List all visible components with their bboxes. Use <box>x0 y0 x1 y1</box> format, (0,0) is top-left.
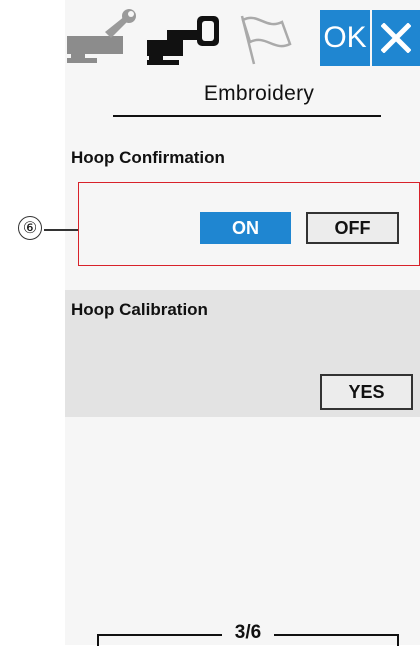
close-icon <box>381 23 411 53</box>
wrench-icon <box>67 9 136 63</box>
hoop-calibration-label: Hoop Calibration <box>71 300 208 319</box>
close-button[interactable] <box>372 10 420 66</box>
callout-highlight-box <box>78 182 420 266</box>
page-indicator: 3/6 <box>97 622 399 646</box>
hoop-confirmation-label: Hoop Confirmation <box>71 148 225 167</box>
tab-flag[interactable] <box>230 8 312 70</box>
ok-button[interactable]: OK <box>320 10 370 66</box>
indicator-left-rule <box>97 634 222 636</box>
tab-embroidery[interactable] <box>147 8 227 70</box>
callout-number: ⑥ <box>18 216 42 240</box>
title-underline <box>113 115 381 117</box>
tab-settings[interactable] <box>67 8 145 70</box>
page-title: Embroidery <box>203 82 315 105</box>
callout-leader-line <box>44 229 78 231</box>
indicator-right-rule <box>274 634 399 636</box>
flag-icon <box>240 15 292 65</box>
settings-screen: OK Embroidery Hoop Confirmation ON OFF H… <box>65 0 420 645</box>
ok-label: OK <box>323 21 367 54</box>
yes-label: YES <box>348 381 385 402</box>
hoop-calibration-yes-button[interactable]: YES <box>320 374 413 410</box>
top-toolbar: OK <box>65 0 420 78</box>
embroidery-machine-icon <box>147 16 219 65</box>
page-indicator-text: 3/6 <box>234 622 262 643</box>
indicator-right-tick <box>397 634 399 646</box>
